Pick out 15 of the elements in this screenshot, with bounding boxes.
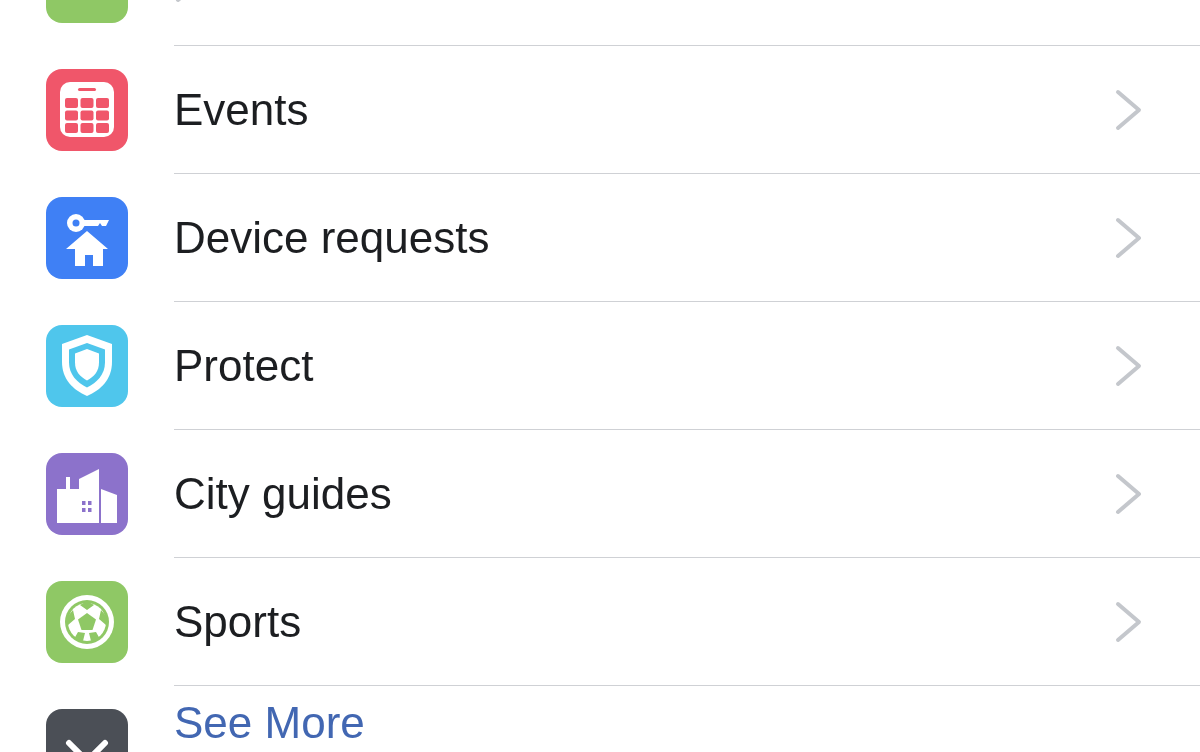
shield-icon — [46, 325, 128, 407]
city-icon — [46, 453, 128, 535]
menu-item-label[interactable]: Device requests — [174, 212, 1114, 263]
see-more-link[interactable]: See More — [174, 700, 1144, 745]
chevron-right-icon — [1114, 87, 1144, 132]
key-house-icon — [46, 197, 128, 279]
menu-item-label[interactable]: City guides — [174, 468, 1114, 519]
chevron-right-icon — [1114, 599, 1144, 644]
menu-item-label[interactable]: Protect — [174, 340, 1114, 391]
chevron-right-icon — [1114, 471, 1144, 516]
menu-item-label[interactable]: Sports — [174, 596, 1114, 647]
menu-item-label[interactable]: Events — [174, 84, 1114, 135]
chevron-right-icon — [1114, 215, 1144, 260]
chevron-right-icon — [1114, 343, 1144, 388]
calendar-icon — [46, 69, 128, 151]
